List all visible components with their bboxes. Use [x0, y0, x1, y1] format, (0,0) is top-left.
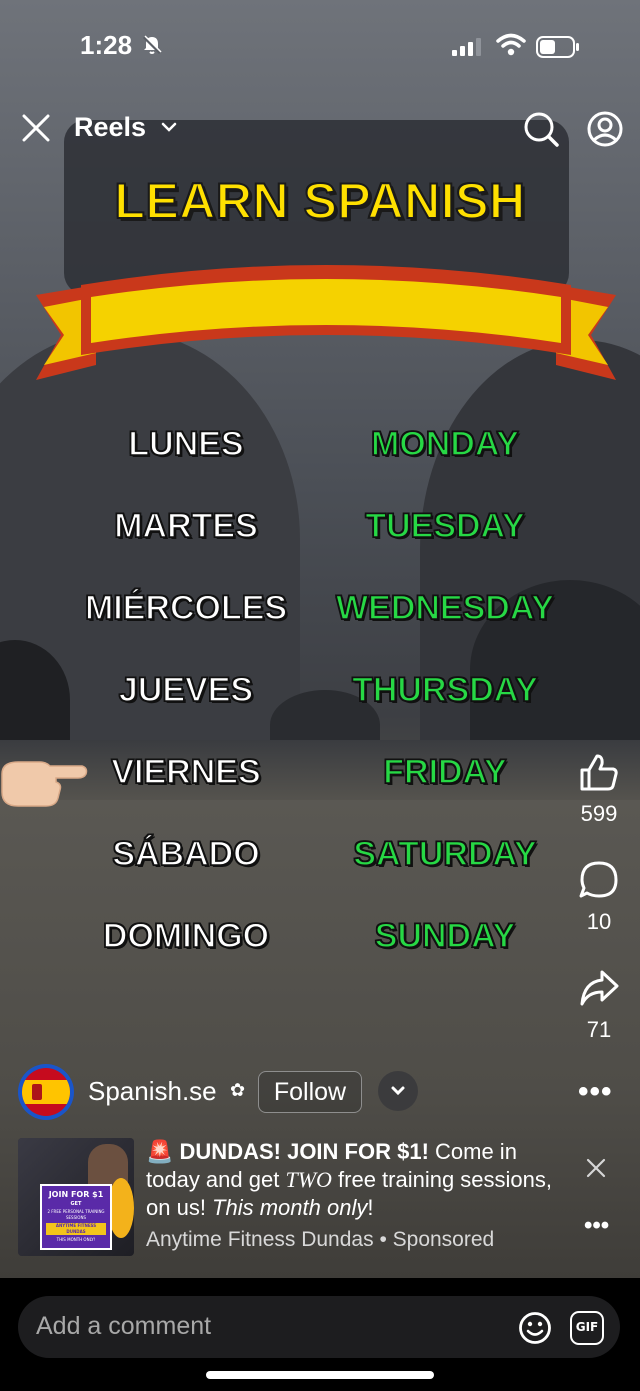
avatar[interactable] [18, 1064, 74, 1120]
vocab-row: DOMINGO SUNDAY [0, 916, 640, 967]
spanish-word: MARTES [113, 506, 258, 546]
profile-icon[interactable] [586, 110, 624, 148]
ad-thumbnail[interactable]: JOIN FOR $1 GET 2 FREE PERSONAL TRAINING… [18, 1138, 134, 1256]
ad-emphasis: This month only [212, 1195, 368, 1220]
verified-badge-icon: ✿ [230, 1080, 246, 1100]
vocab-row: MARTES TUESDAY [0, 506, 640, 557]
english-word: MONDAY [370, 424, 520, 464]
ad-headline: DUNDAS! JOIN FOR $1! [179, 1139, 429, 1164]
comment-count: 10 [586, 909, 612, 934]
status-time: 1:28 [80, 30, 133, 60]
silent-bell-icon [142, 35, 162, 55]
emoji-icon[interactable] [518, 1311, 552, 1345]
vocab-row: LUNES MONDAY [0, 424, 640, 475]
author-name[interactable]: Spanish.se [88, 1076, 217, 1107]
chevron-down-icon[interactable] [160, 120, 178, 134]
sponsored-label: Sponsored [392, 1228, 495, 1251]
comment-action[interactable]: 10 [570, 860, 628, 935]
reels-title[interactable]: Reels [74, 112, 146, 143]
close-icon[interactable] [20, 112, 52, 144]
ad-thumb-text: THIS MONTH ONLY! [56, 1237, 96, 1242]
english-word: TUESDAY [365, 506, 526, 546]
close-icon[interactable] [584, 1156, 608, 1180]
english-word: WEDNESDAY [335, 588, 554, 628]
wifi-icon [496, 33, 526, 56]
separator: • [373, 1228, 393, 1251]
alarm-light-icon: 🚨 [146, 1139, 174, 1164]
ad-more-options-icon[interactable]: ••• [584, 1212, 609, 1240]
spanish-word: DOMINGO [102, 916, 270, 956]
ad-thumb-text: GET [70, 1201, 82, 1207]
spanish-flag-ribbon [36, 265, 616, 380]
comment-bubble-icon[interactable] [578, 860, 620, 900]
vocab-row: SÁBADO SATURDAY [0, 834, 640, 885]
follow-button[interactable]: Follow [258, 1071, 362, 1113]
share-count: 71 [586, 1017, 612, 1042]
spanish-word: SÁBADO [112, 834, 261, 874]
gif-label: GIF [575, 1320, 599, 1334]
status-bar: 1:28 [0, 0, 640, 92]
spanish-word: VIERNES [111, 752, 262, 792]
spanish-word: LUNES [128, 424, 245, 464]
ad-thumb-text: JOIN FOR $1 [48, 1190, 104, 1199]
share-arrow-icon[interactable] [578, 968, 620, 1008]
vocab-row: MIÉRCOLES WEDNESDAY [0, 588, 640, 639]
like-count: 599 [580, 801, 618, 826]
ad-advertiser-line[interactable]: Anytime Fitness Dundas • Sponsored [146, 1228, 494, 1252]
thumbs-up-icon[interactable] [578, 752, 620, 792]
english-word: THURSDAY [351, 670, 538, 710]
advertiser-name: Anytime Fitness Dundas [146, 1228, 374, 1251]
vocab-row: VIERNES FRIDAY [0, 752, 640, 803]
english-word: FRIDAY [383, 752, 508, 792]
battery-icon [536, 36, 579, 58]
spanish-word: JUEVES [118, 670, 254, 710]
like-action[interactable]: 599 [570, 752, 628, 827]
spain-flag-avatar [22, 1068, 70, 1116]
gif-button[interactable]: GIF [570, 1311, 604, 1345]
share-action[interactable]: 71 [570, 968, 628, 1043]
comment-placeholder[interactable]: Add a comment [36, 1312, 211, 1341]
vocab-row: JUEVES THURSDAY [0, 670, 640, 721]
pointing-hand-icon [1, 761, 88, 807]
home-indicator [206, 1371, 434, 1379]
ad-body: ! [367, 1195, 374, 1220]
ad-thumb-text: ANYTIME FITNESS DUNDAS [46, 1223, 106, 1235]
cellular-signal-icon [452, 38, 481, 56]
search-icon[interactable] [522, 110, 560, 148]
video-title: LEARN SPANISH [113, 172, 526, 230]
ad-message[interactable]: 🚨 DUNDAS! JOIN FOR $1! Come in today and… [146, 1138, 556, 1222]
english-word: SUNDAY [374, 916, 516, 956]
ad-emphasis: TWO [285, 1167, 332, 1192]
english-word: SATURDAY [353, 834, 538, 874]
more-options-icon[interactable]: ••• [578, 1075, 613, 1109]
ad-thumb-text: 2 FREE PERSONAL TRAINING SESSIONS [47, 1209, 105, 1220]
expand-button[interactable] [378, 1071, 418, 1111]
spanish-word: MIÉRCOLES [84, 588, 288, 628]
chevron-down-icon [391, 1086, 405, 1096]
